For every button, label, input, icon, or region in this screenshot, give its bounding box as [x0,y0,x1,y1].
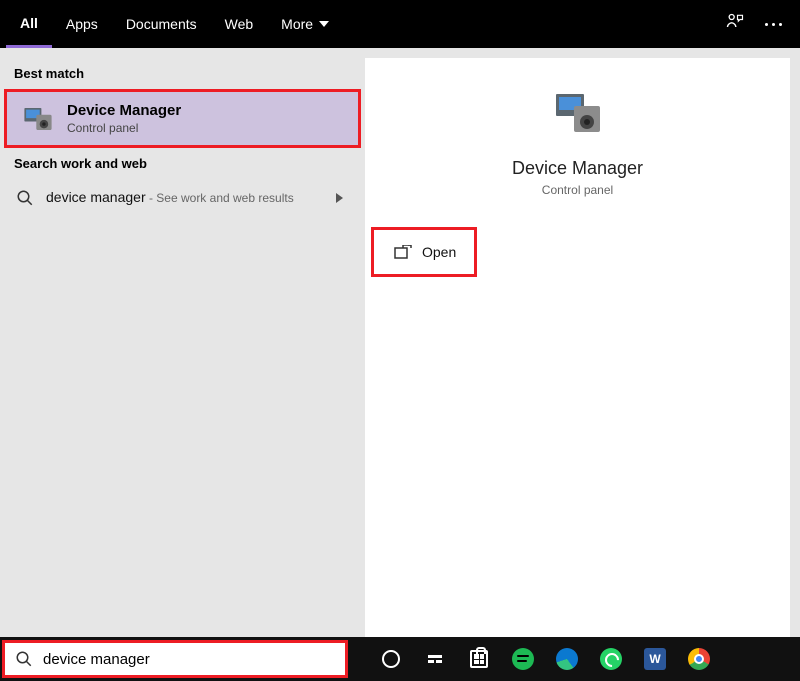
best-match-subtitle: Control panel [67,121,181,135]
web-result-subtitle: - See work and web results [146,191,294,205]
cortana-icon [382,650,400,668]
whatsapp-button[interactable] [598,646,624,672]
more-options-icon[interactable] [765,23,782,26]
taskbar: W [0,637,800,681]
detail-subtitle: Control panel [365,183,790,197]
tab-more-label: More [281,16,313,32]
spotify-button[interactable] [510,646,536,672]
results-list: Best match Device Manager Control panel … [0,48,365,637]
cortana-button[interactable] [378,646,404,672]
chevron-down-icon [319,21,329,27]
search-results-area: Best match Device Manager Control panel … [0,48,800,637]
spotify-icon [512,648,534,670]
section-best-match-label: Best match [0,58,365,89]
search-icon [14,189,36,207]
search-icon [15,650,33,668]
chrome-icon [688,648,710,670]
best-match-title: Device Manager [67,102,181,119]
device-manager-icon [21,104,55,134]
word-button[interactable]: W [642,646,668,672]
task-view-button[interactable] [422,646,448,672]
word-icon: W [644,648,666,670]
detail-title: Device Manager [365,158,790,179]
section-web-label: Search work and web [0,148,365,179]
tab-web[interactable]: Web [211,0,268,48]
whatsapp-icon [600,648,622,670]
microsoft-store-button[interactable] [466,646,492,672]
edge-button[interactable] [554,646,580,672]
tab-all[interactable]: All [6,0,52,48]
detail-pane: Device Manager Control panel Open [365,48,800,637]
web-result-title: device manager [46,189,146,205]
tab-documents[interactable]: Documents [112,0,211,48]
taskbar-search-box[interactable] [2,640,348,678]
feedback-icon[interactable] [725,12,745,37]
search-input[interactable] [43,651,335,668]
open-label: Open [422,244,456,260]
chrome-button[interactable] [686,646,712,672]
microsoft-store-icon [470,650,488,668]
task-view-icon [428,655,442,663]
edge-icon [556,648,578,670]
tab-more[interactable]: More [267,0,343,48]
best-match-result[interactable]: Device Manager Control panel [4,89,361,148]
device-manager-large-icon [550,88,606,144]
web-search-result[interactable]: device manager - See work and web result… [0,179,365,217]
open-icon [394,245,412,259]
open-action[interactable]: Open [371,227,477,277]
chevron-right-icon [336,193,343,203]
tab-apps[interactable]: Apps [52,0,112,48]
search-category-tabs: All Apps Documents Web More [0,0,800,48]
